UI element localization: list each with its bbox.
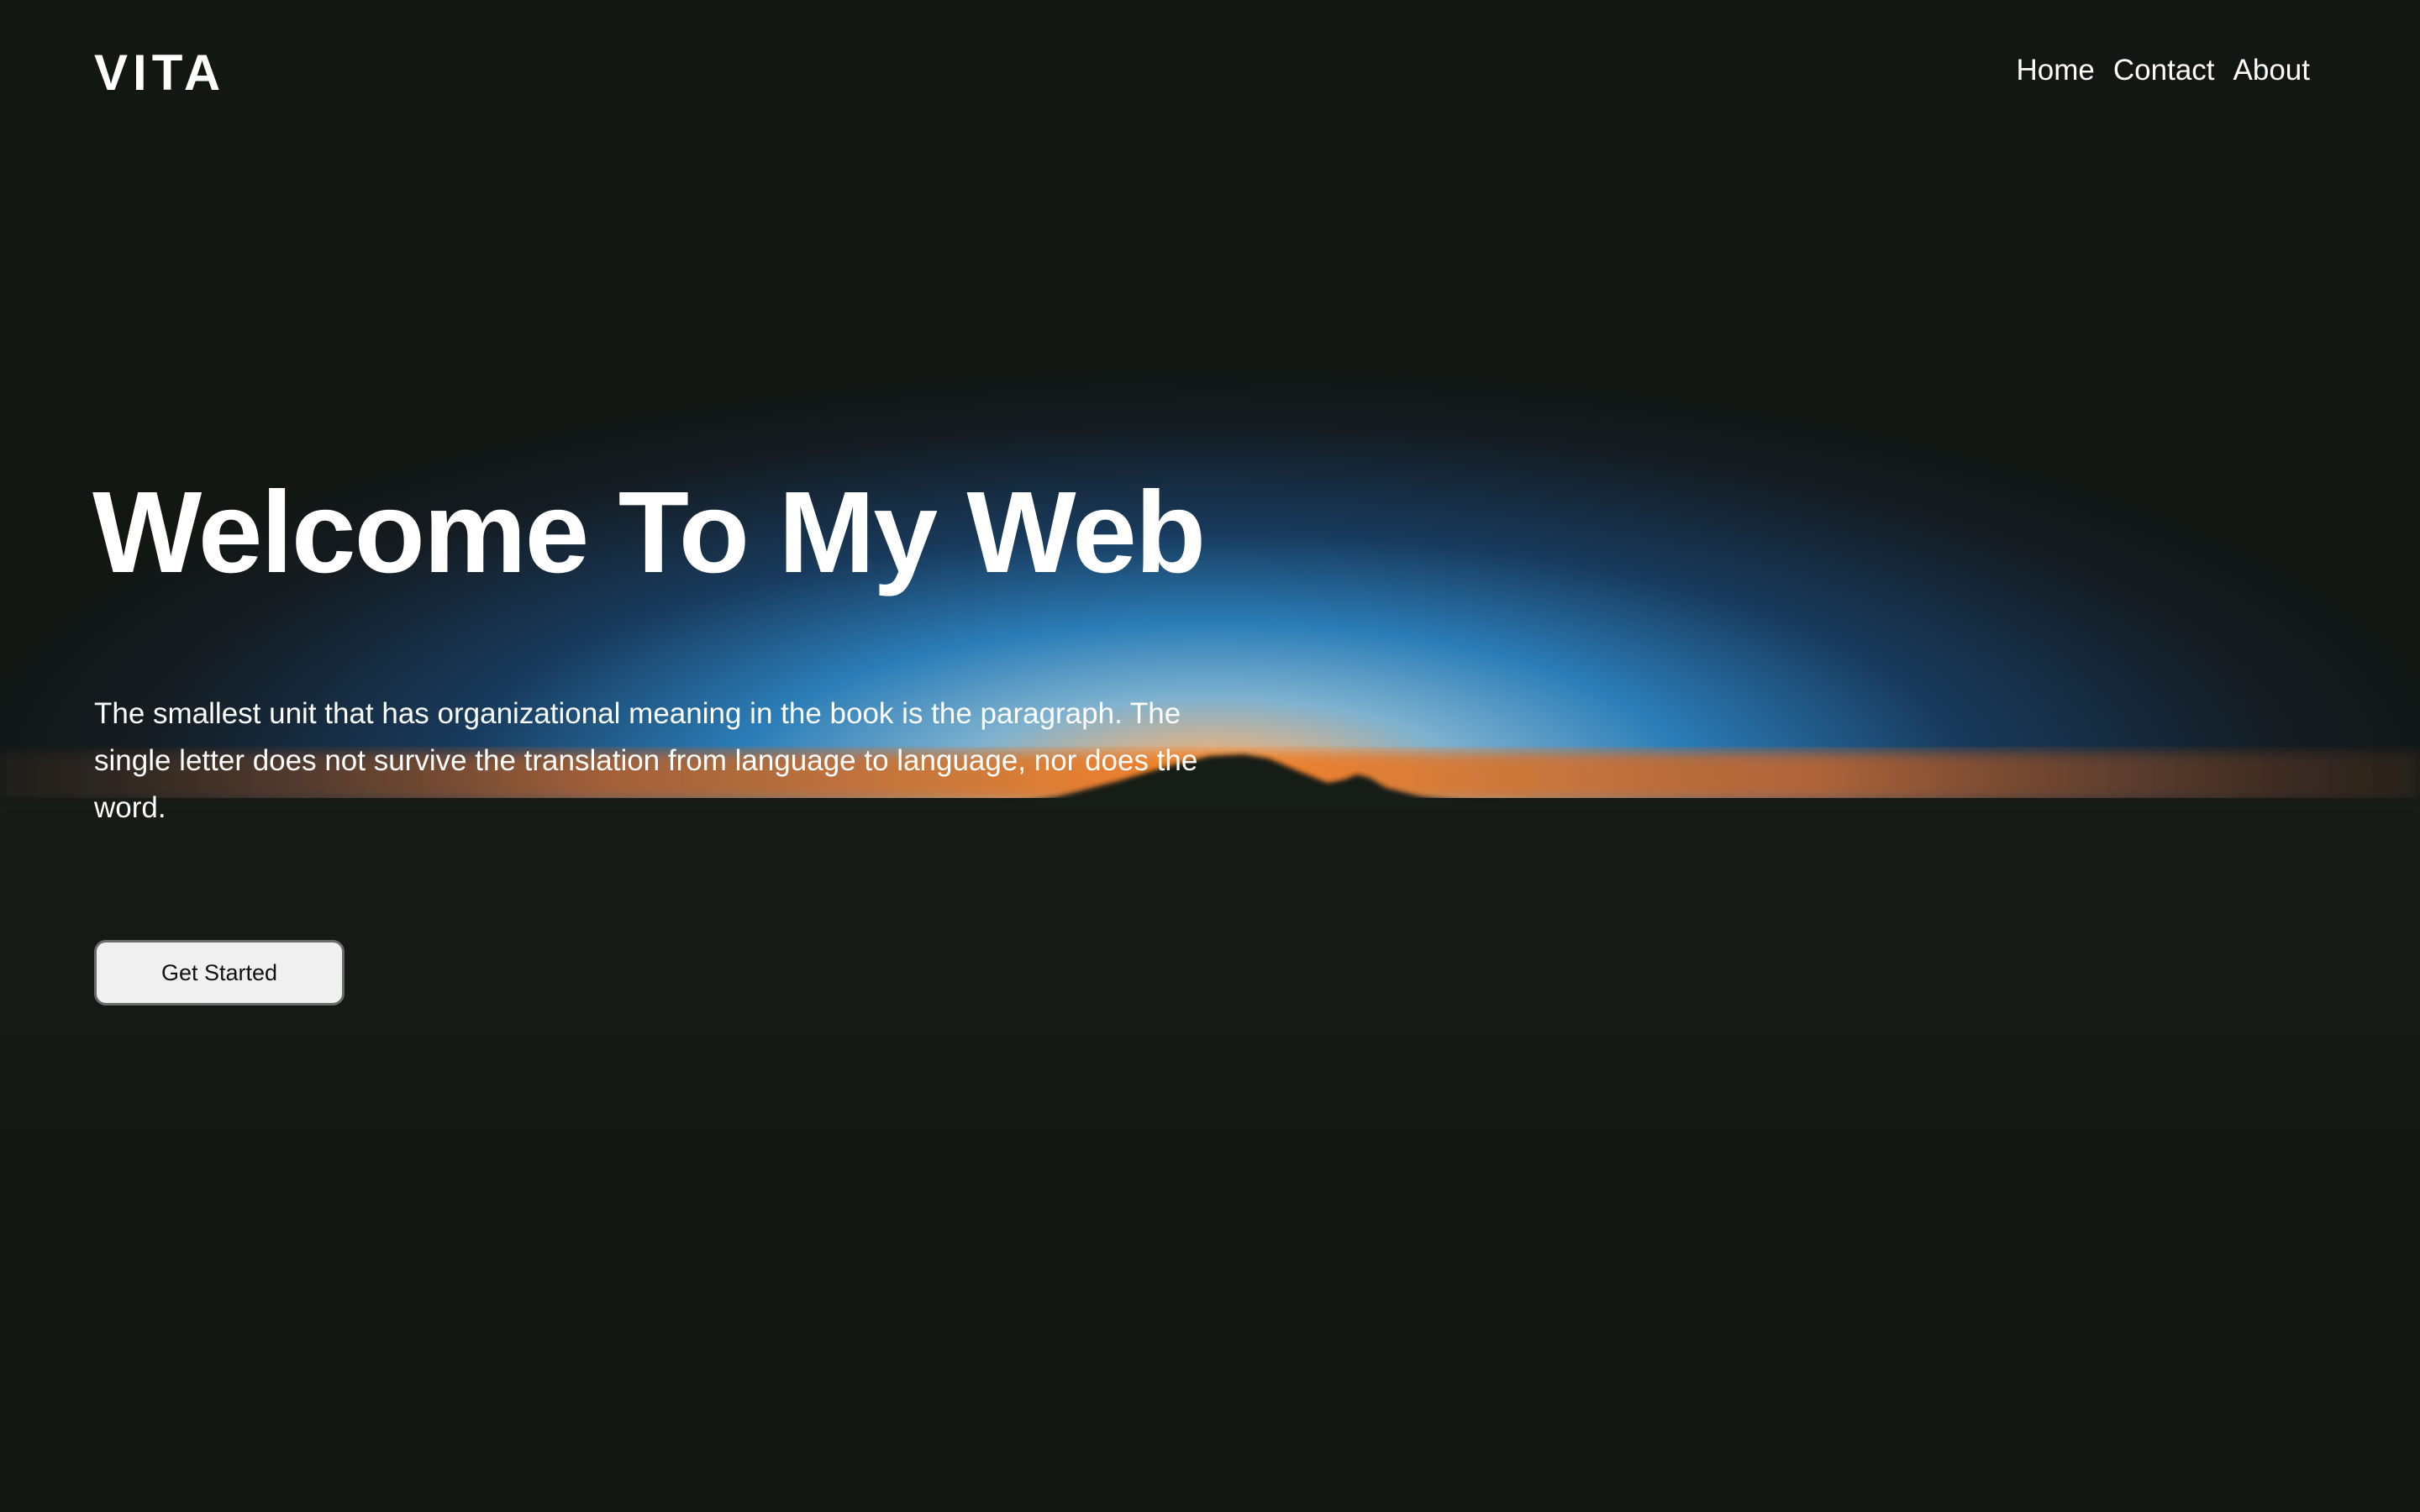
nav-link-home[interactable]: Home [2017, 54, 2095, 87]
site-logo[interactable]: VITA [94, 44, 225, 102]
nav-link-about[interactable]: About [2233, 54, 2310, 87]
main-nav: Home Contact About [2017, 54, 2310, 87]
nav-link-contact[interactable]: Contact [2113, 54, 2215, 87]
hero-headline: Welcome To My Web [92, 468, 1206, 597]
get-started-button[interactable]: Get Started [94, 940, 345, 1005]
hero-paragraph: The smallest unit that has organizationa… [94, 697, 1198, 824]
